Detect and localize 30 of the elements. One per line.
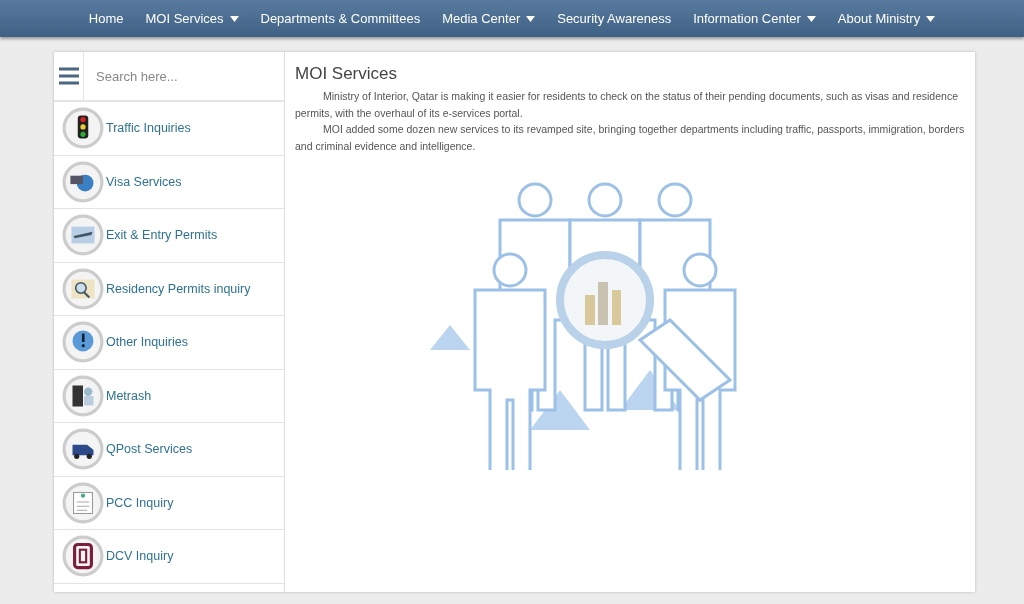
nav-menu-item[interactable]: About Ministry bbox=[837, 11, 936, 26]
sidebar-item[interactable]: QPost Services bbox=[54, 423, 284, 477]
sidebar-item[interactable]: Other Inquiries bbox=[54, 316, 284, 370]
nav-menu-item[interactable]: Home bbox=[88, 11, 124, 26]
nav-menu-item[interactable]: Media Center bbox=[442, 11, 536, 26]
service-icon bbox=[62, 481, 104, 524]
service-icon bbox=[62, 535, 104, 578]
nav-menu-item[interactable]: Information Center bbox=[693, 11, 816, 26]
menu-icon bbox=[58, 67, 79, 85]
sidebar-item[interactable]: Exit & Entry Permits bbox=[54, 209, 284, 263]
service-icon bbox=[62, 160, 104, 203]
service-icon bbox=[62, 374, 104, 417]
sidebar-item[interactable]: DCV Inquiry bbox=[54, 530, 284, 584]
service-icon bbox=[62, 428, 104, 471]
page-title: MOI Services bbox=[295, 64, 399, 84]
sidebar-item[interactable]: Traffic Inquiries bbox=[54, 102, 284, 156]
service-icon bbox=[62, 107, 104, 150]
nav-menu-item[interactable]: MOI Services bbox=[145, 11, 239, 26]
menu-button[interactable] bbox=[54, 52, 84, 100]
paragraph: Ministry of Interior, Qatar is making it easier for residents to check on the status of their pending documents, such as visas and residence permits, with the overhaul of its e-services portal. bbox=[295, 89, 959, 121]
service-icon bbox=[62, 214, 104, 257]
paragraph: MOI added some dozen new services to its revamped site, bringing together departments including traffic, passports, immigration, borders and criminal evidence and intelligence. bbox=[295, 122, 965, 154]
sidebar-item[interactable]: Residency Permits inquiry bbox=[54, 262, 284, 316]
nav-menu-item[interactable]: Departments & Committees bbox=[260, 11, 421, 26]
sidebar-item[interactable]: Metrash bbox=[54, 369, 284, 423]
nav-menu-item[interactable]: Security Awareness bbox=[557, 11, 672, 26]
sidebar-item[interactable]: Visa Services bbox=[54, 155, 284, 209]
service-icon bbox=[62, 267, 104, 310]
sidebar-item[interactable]: PCC Inquiry bbox=[54, 476, 284, 530]
service-icon bbox=[62, 321, 104, 364]
